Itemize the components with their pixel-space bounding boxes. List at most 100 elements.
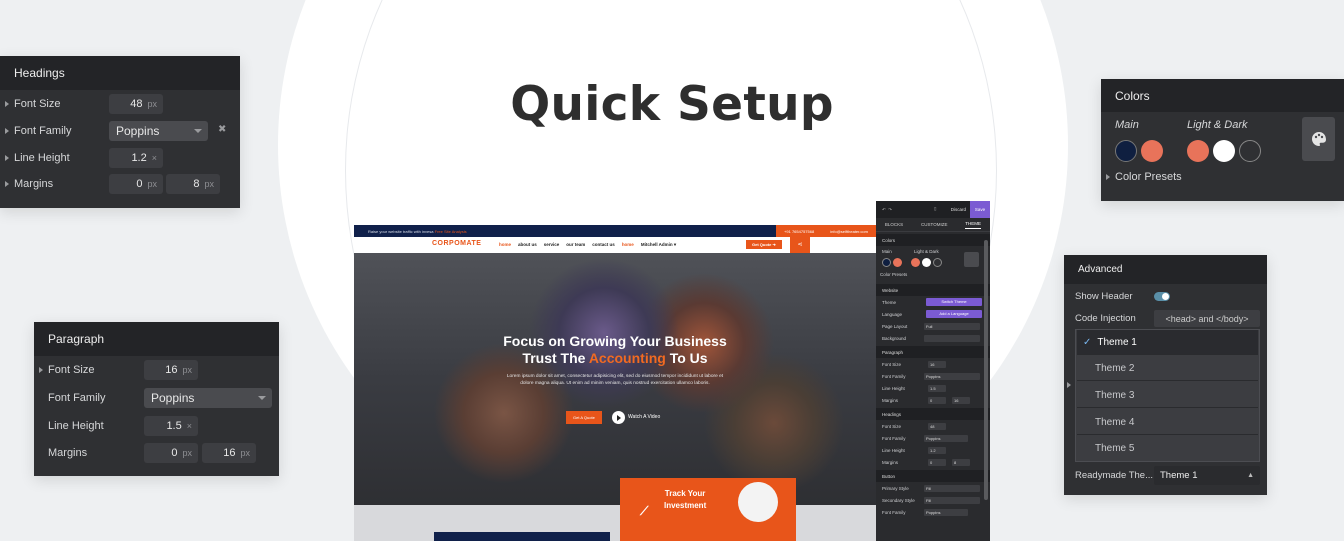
paragraph-margin-bottom-input[interactable]: 16 px	[202, 443, 256, 463]
headings-margin-top-input[interactable]: 0 px	[109, 174, 163, 194]
sb-input[interactable]: 0	[928, 458, 946, 466]
value: 0	[136, 178, 143, 190]
headings-margin-bottom-input[interactable]: 8 px	[166, 174, 220, 194]
sb-row: Primary Style Fill	[876, 482, 990, 494]
sb-label: Margins	[882, 459, 899, 465]
clear-icon[interactable]: ✖	[218, 124, 226, 135]
paragraph-margin-top-input[interactable]: 0 px	[144, 443, 198, 463]
nav-item[interactable]: contact us	[592, 242, 615, 248]
headings-line-height-input[interactable]: 1.2 ×	[109, 148, 163, 168]
discard-button[interactable]: Discard	[951, 207, 966, 212]
expand-icon[interactable]	[5, 128, 9, 134]
sb-input[interactable]: 0	[928, 396, 946, 404]
nav-item[interactable]: home	[499, 242, 511, 248]
show-header-toggle[interactable]	[1154, 292, 1170, 301]
sb-select[interactable]: Poppins	[924, 434, 968, 442]
sb-palette-icon[interactable]	[964, 252, 979, 267]
light-dark-swatch[interactable]	[1213, 140, 1235, 162]
headings-font-family-select[interactable]: Poppins	[109, 121, 208, 141]
track-line: Investment	[664, 501, 707, 510]
check-icon: ✓	[1083, 336, 1092, 348]
value: Poppins	[116, 124, 160, 138]
sb-input[interactable]: 16	[928, 360, 946, 368]
website-navbar: CORPOMATE home about us service our team…	[354, 237, 876, 253]
tab-theme[interactable]: THEME	[965, 221, 982, 229]
topbar-text: Raise your website traffic with invesa	[368, 228, 434, 234]
tab-customize[interactable]: CUSTOMIZE	[921, 222, 947, 227]
sb-select[interactable]: Fill	[924, 496, 980, 504]
redo-icon[interactable]: ↷	[888, 207, 892, 213]
mobile-icon[interactable]: ▯	[934, 206, 936, 212]
switch-theme-button[interactable]: Switch Theme	[926, 298, 982, 306]
headings-font-size-input[interactable]: 48 px	[109, 94, 163, 114]
scrollbar[interactable]	[984, 240, 988, 500]
sb-input[interactable]: 8	[952, 458, 970, 466]
get-quote-button[interactable]: Get Quote ➔	[746, 240, 782, 249]
color-presets-toggle[interactable]: Color Presets	[1106, 171, 1182, 183]
headings-font-family-row: Font Family Poppins ✖	[0, 121, 240, 141]
code-injection-button[interactable]: <head> and </body>	[1154, 310, 1260, 327]
add-language-button[interactable]: Add a Language	[926, 310, 982, 318]
paragraph-line-height-input[interactable]: 1.5 ×	[144, 416, 198, 436]
expand-icon[interactable]	[5, 101, 9, 107]
nav-item[interactable]: service	[544, 242, 560, 248]
light-dark-swatch[interactable]	[1187, 140, 1209, 162]
background-controls[interactable]	[924, 334, 980, 342]
sb-input[interactable]: 1.2	[928, 446, 946, 454]
sb-swatch[interactable]	[911, 258, 921, 267]
sb-input[interactable]: 1.5	[928, 384, 946, 392]
nav-item[interactable]: Mitchell Admin ▾	[641, 242, 676, 248]
phone: +91 7654757568	[784, 228, 815, 234]
paragraph-font-size-row: Font Size 16 px	[34, 360, 279, 380]
logo[interactable]: CORPOMATE	[432, 240, 481, 247]
sb-color-presets[interactable]: Color Presets	[880, 272, 907, 277]
expand-icon[interactable]	[5, 155, 9, 161]
paragraph-font-family-select[interactable]: Poppins	[144, 388, 272, 408]
topbar-link[interactable]: Free Site Analysis	[435, 229, 467, 234]
share-icon[interactable]: ⋖	[790, 237, 810, 253]
nav-item[interactable]: home	[622, 242, 634, 248]
expand-icon[interactable]	[39, 367, 43, 373]
sb-label: Font Size	[882, 361, 902, 367]
sb-label: Line Height	[882, 385, 905, 391]
play-icon[interactable]	[612, 411, 625, 424]
hero-quote-button[interactable]: Get A Quote	[566, 411, 602, 424]
expand-icon[interactable]	[5, 181, 9, 187]
sb-input[interactable]: 16	[952, 396, 970, 404]
palette-icon[interactable]	[1302, 117, 1335, 161]
sb-select[interactable]: Poppins	[924, 372, 980, 380]
theme-option[interactable]: Theme 4	[1077, 410, 1258, 435]
sb-select[interactable]: Fill	[924, 484, 980, 492]
theme-option[interactable]: Theme 5	[1077, 436, 1258, 461]
sb-input[interactable]: 48	[928, 422, 946, 430]
nav-item[interactable]: about us	[518, 242, 537, 248]
nav-item[interactable]: our team	[566, 242, 585, 248]
save-button[interactable]: Save	[970, 201, 990, 218]
sb-swatch[interactable]	[922, 258, 932, 267]
page-layout-select[interactable]: Full	[924, 322, 980, 330]
sb-swatch[interactable]	[893, 258, 902, 267]
row-label: Font Size	[48, 364, 95, 376]
tab-blocks[interactable]: BLOCKS	[885, 222, 903, 227]
sb-label: Language	[882, 311, 903, 317]
sb-select[interactable]: Poppins	[924, 508, 968, 516]
readymade-theme-select[interactable]: Theme 1 ▲	[1154, 466, 1260, 485]
expand-icon[interactable]	[1067, 382, 1071, 388]
undo-icon[interactable]: ↶	[882, 207, 886, 213]
sb-swatch[interactable]	[882, 258, 891, 267]
light-dark-label: Light & Dark	[1187, 119, 1248, 131]
sb-label: Page Layout	[882, 323, 908, 329]
theme-option[interactable]: Theme 3	[1077, 383, 1258, 408]
main-color-swatch[interactable]	[1115, 140, 1137, 162]
theme-option[interactable]: Theme 2	[1077, 356, 1258, 381]
main-color-swatch[interactable]	[1141, 140, 1163, 162]
paragraph-font-size-input[interactable]: 16 px	[144, 360, 198, 380]
theme-option-label: Theme 4	[1095, 416, 1135, 428]
watch-video-link[interactable]: Watch A Video	[628, 414, 660, 420]
sb-row: Font Family Poppins	[876, 370, 990, 382]
light-dark-swatch[interactable]	[1239, 140, 1261, 162]
sb-row: Font Size 16	[876, 358, 990, 370]
sb-swatch[interactable]	[933, 258, 943, 267]
sb-row: Line Height 1.2	[876, 444, 990, 456]
theme-option[interactable]: ✓ Theme 1	[1077, 330, 1258, 355]
